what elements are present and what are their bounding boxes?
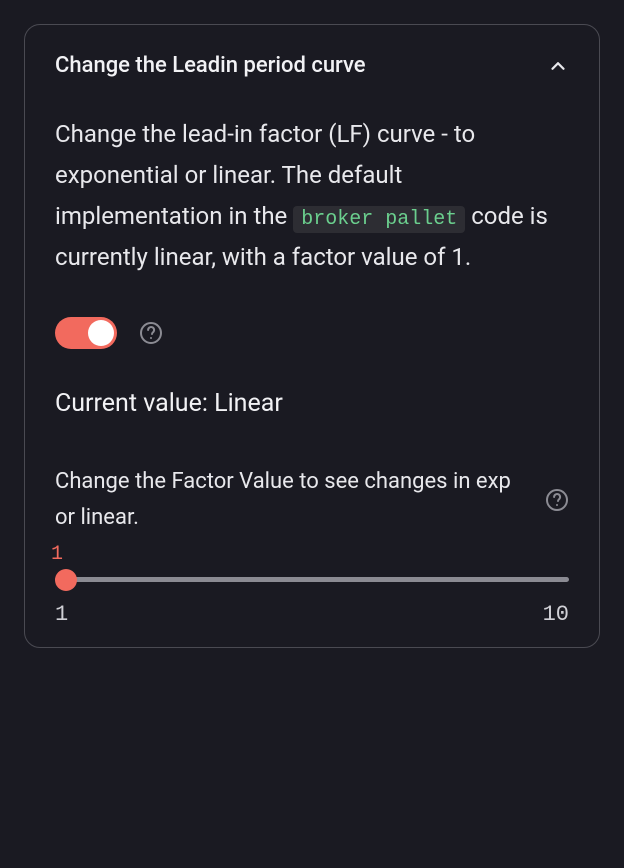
- code-span-broker-pallet: broker pallet: [293, 206, 465, 233]
- current-value-mode: Linear: [214, 389, 283, 418]
- help-icon[interactable]: [545, 488, 569, 512]
- panel-header[interactable]: Change the Leadin period curve: [55, 53, 569, 78]
- slider-max-label: 10: [543, 602, 569, 627]
- panel-title: Change the Leadin period curve: [55, 53, 366, 78]
- panel-description: Change the lead-in factor (LF) curve - t…: [55, 114, 569, 277]
- toggle-knob: [88, 320, 114, 346]
- current-value-label: Current value: Linear: [55, 389, 569, 418]
- leadin-curve-panel: Change the Leadin period curve Change th…: [24, 24, 600, 648]
- current-value-prefix: Current value:: [55, 389, 214, 418]
- slider-min-label: 1: [55, 602, 68, 627]
- chevron-up-icon[interactable]: [547, 55, 569, 77]
- factor-row: Change the Factor Value to see changes i…: [55, 464, 569, 534]
- curve-mode-toggle[interactable]: [55, 317, 117, 349]
- slider-thumb[interactable]: [55, 569, 77, 591]
- factor-label: Change the Factor Value to see changes i…: [55, 464, 529, 534]
- toggle-row: [55, 317, 569, 349]
- help-icon[interactable]: [139, 321, 163, 345]
- factor-slider[interactable]: [55, 568, 569, 592]
- slider-range-labels: 1 10: [55, 602, 569, 627]
- slider-current-value: 1: [51, 543, 569, 566]
- slider-track: [55, 577, 569, 582]
